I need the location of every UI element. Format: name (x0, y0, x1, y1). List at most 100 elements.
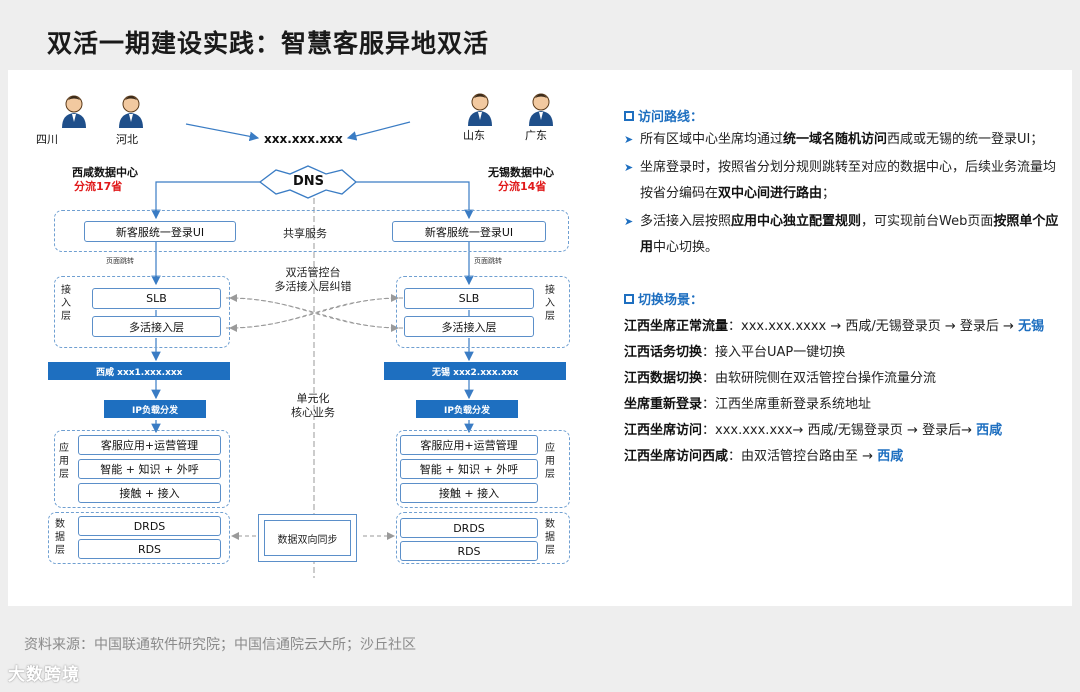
text-run: 多活接入层按照 (640, 214, 732, 229)
console-note-line: 双活管控台 (285, 266, 341, 279)
scene-highlight: 无锡 (1018, 319, 1045, 334)
app-layer-label: 应用层 (59, 443, 69, 480)
arrow-bullet-icon: ➤ (624, 161, 634, 174)
scene-bold: 坐席重新登录 (624, 397, 703, 412)
scene-bold: 江西坐席访问 (624, 423, 703, 438)
left-login-ui: 新客服统一登录UI (84, 221, 236, 242)
route-bullet: ➤ 多活接入层按照应用中心独立配置规则，可实现前台Web页面按照单个应用中心切换… (624, 209, 1064, 261)
left-dc-split: 分流17省 (74, 180, 123, 193)
route-bullet-text: 所有区域中心坐席均通过统一域名随机访问西咸或无锡的统一登录UI； (640, 127, 1064, 153)
right-ip-lb: IP负载分发 (416, 400, 518, 418)
console-note: 双活管控台 多活接入层纠错 (258, 266, 368, 294)
person-icon (468, 93, 492, 126)
scene-item: 坐席重新登录：江西坐席重新登录系统地址 (624, 392, 1064, 418)
content-panel: 四川 河北 山东 广东 xxx.xxx.xxx 西咸数据中心 分流17省 无锡数… (8, 70, 1072, 606)
scene-item: 江西数据切换：由软研院侧在双活管控台操作流量分流 (624, 366, 1064, 392)
scene-text: ：xxx.xxx.xxxx → 西咸/无锡登录页 → 登录后 → (728, 319, 1014, 334)
right-rds: RDS (400, 541, 538, 561)
left-dc-bar: 西咸 xxx1.xxx.xxx (48, 362, 230, 380)
right-login-ui: 新客服统一登录UI (392, 221, 546, 242)
left-app-item: 客服应用+运营管理 (78, 435, 221, 455)
scene-text: ：接入平台UAP一键切换 (702, 345, 846, 360)
console-note-line: 多活接入层纠错 (274, 280, 352, 293)
data-layer-label: 数据层 (55, 519, 65, 556)
text-run: ； (822, 186, 836, 201)
unit-note-line: 单元化 (296, 392, 330, 405)
left-ip-lb: IP负载分发 (104, 400, 206, 418)
text-bold: 统一域名随机访问 (783, 132, 888, 147)
scene-text: ：由软研院侧在双活管控台操作流量分流 (702, 371, 937, 386)
page-jump-label: 页面跳转 (106, 257, 134, 265)
text-run: ，可实现前台Web页面 (861, 214, 994, 229)
text-run: 西咸或无锡的统一登录UI； (887, 132, 1044, 147)
scene-bold: 江西数据切换 (624, 371, 703, 386)
scene-bold: 江西坐席访问西咸 (624, 449, 729, 464)
scene-highlight: 西咸 (976, 423, 1003, 438)
watermark-logo: 大数跨境 (8, 665, 80, 685)
unit-note-line: 核心业务 (291, 406, 335, 419)
unit-note: 单元化 核心业务 (268, 392, 358, 420)
right-dc-split: 分流14省 (498, 180, 547, 193)
source-note: 资料来源：中国联通软件研究院；中国信通院云大所；沙丘社区 (24, 637, 416, 653)
dns-label: DNS (293, 174, 325, 189)
person-icon (62, 95, 86, 128)
switch-scene-title: 切换场景： (624, 289, 1064, 308)
left-multi-access: 多活接入层 (92, 316, 221, 337)
right-slb: SLB (404, 288, 534, 309)
square-bullet-icon (624, 110, 634, 121)
scene-item: 江西话务切换：接入平台UAP一键切换 (624, 340, 1064, 366)
scene-item: 江西坐席访问：xxx.xxx.xxx→ 西咸/无锡登录页 → 登录后→ 西咸 (624, 418, 1064, 444)
architecture-diagram: 四川 河北 山东 广东 xxx.xxx.xxx 西咸数据中心 分流17省 无锡数… (8, 70, 608, 606)
switch-scene-title-text: 切换场景： (638, 293, 704, 308)
arrow-bullet-icon: ➤ (624, 133, 634, 146)
person-icon (529, 93, 553, 126)
data-layer-label: 数据层 (545, 519, 555, 556)
route-bullet: ➤ 所有区域中心坐席均通过统一域名随机访问西咸或无锡的统一登录UI； (624, 127, 1064, 153)
route-bullet: ➤ 坐席登录时，按照省分划分规则跳转至对应的数据中心，后续业务流量均按省分编码在… (624, 155, 1064, 207)
right-app-item: 客服应用+运营管理 (400, 435, 538, 455)
left-access-layer (54, 276, 230, 348)
app-layer-label: 应用层 (545, 443, 555, 480)
text-bold: 应用中心独立配置规则 (731, 214, 862, 229)
access-route-title-text: 访问路线： (638, 110, 704, 125)
scene-text: ：江西坐席重新登录系统地址 (702, 397, 872, 412)
scene-bold: 江西话务切换 (624, 345, 703, 360)
domain-label: xxx.xxx.xxx (264, 132, 343, 146)
page-title: 双活一期建设实践：智慧客服异地双活 (47, 29, 490, 58)
right-dc-bar: 无锡 xxx2.xxx.xxx (384, 362, 566, 380)
scene-item: 江西坐席正常流量：xxx.xxx.xxxx → 西咸/无锡登录页 → 登录后 →… (624, 314, 1064, 340)
route-bullet-text: 多活接入层按照应用中心独立配置规则，可实现前台Web页面按照单个应用中心切换。 (640, 209, 1064, 261)
left-app-item: 接触 + 接入 (78, 483, 221, 503)
arrow-bullet-icon: ➤ (624, 215, 634, 228)
person-label: 广东 (525, 129, 547, 142)
text-run: 坐席登录时，按照省分划分规则跳转至对应的数据中心，后续业务流量均按省分编码在 (640, 160, 1057, 201)
person-label: 四川 (36, 133, 58, 146)
access-route-title: 访问路线： (624, 106, 1064, 125)
route-bullet-text: 坐席登录时，按照省分划分规则跳转至对应的数据中心，后续业务流量均按省分编码在双中… (640, 155, 1064, 207)
left-drds: DRDS (78, 516, 221, 536)
access-layer-label: 接入层 (545, 285, 555, 322)
shared-service-label: 共享服务 (283, 227, 327, 240)
description-panel: 访问路线： ➤ 所有区域中心坐席均通过统一域名随机访问西咸或无锡的统一登录UI；… (624, 106, 1064, 470)
access-layer-label: 接入层 (61, 285, 71, 322)
page-jump-label: 页面跳转 (474, 257, 502, 265)
right-multi-access: 多活接入层 (404, 316, 534, 337)
left-app-item: 智能 + 知识 + 外呼 (78, 459, 221, 479)
left-rds: RDS (78, 539, 221, 559)
text-bold: 双中心间进行路由 (718, 186, 823, 201)
right-drds: DRDS (400, 518, 538, 538)
text-run: 中心切换。 (653, 240, 719, 255)
person-icon (119, 95, 143, 128)
person-label: 河北 (116, 133, 138, 146)
scene-text: ：xxx.xxx.xxx→ 西咸/无锡登录页 → 登录后→ (702, 423, 972, 438)
text-run: 所有区域中心坐席均通过 (640, 132, 784, 147)
scene-highlight: 西咸 (877, 449, 904, 464)
person-label: 山东 (463, 129, 485, 142)
scene-bold: 江西坐席正常流量 (624, 319, 729, 334)
data-sync-box: 数据双向同步 (264, 520, 351, 556)
scene-item: 江西坐席访问西咸：由双活管控台路由至 → 西咸 (624, 444, 1064, 470)
right-app-item: 智能 + 知识 + 外呼 (400, 459, 538, 479)
square-bullet-icon (624, 293, 634, 304)
right-app-item: 接触 + 接入 (400, 483, 538, 503)
left-slb: SLB (92, 288, 221, 309)
